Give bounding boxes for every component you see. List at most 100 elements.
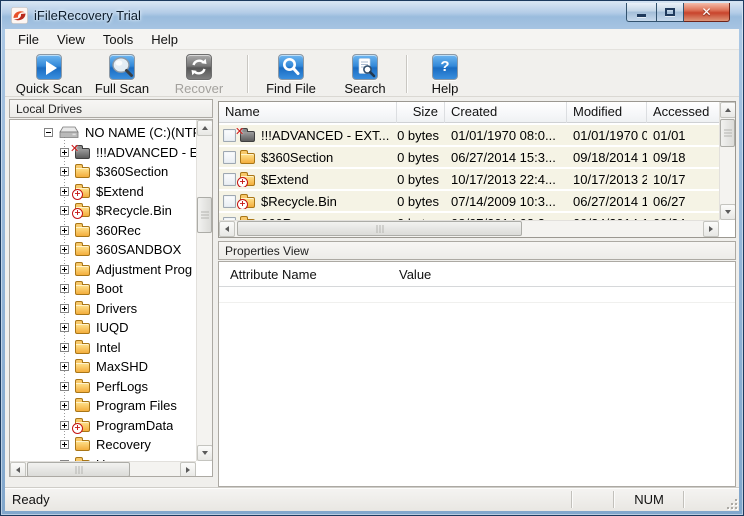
scrollbar-thumb[interactable] — [237, 221, 522, 236]
local-drives-caption: Local Drives — [9, 99, 213, 118]
tree-item-drive-root[interactable]: NO NAME (C:)(NTFS — [10, 123, 196, 143]
scrollbar-thumb[interactable] — [720, 119, 735, 147]
tree-item[interactable]: Recovery — [10, 435, 196, 455]
tree-item[interactable]: $360Section — [10, 162, 196, 182]
column-header-created[interactable]: Created — [445, 102, 567, 123]
scrollbar-up-button[interactable] — [720, 102, 735, 118]
maximize-button[interactable] — [656, 3, 684, 22]
scrollbar-thumb[interactable] — [27, 462, 130, 476]
tree-item[interactable]: Adjustment Prog — [10, 260, 196, 280]
menu-bar: File View Tools Help — [5, 29, 739, 50]
file-accessed: 01/01 — [653, 127, 686, 143]
tree-item[interactable]: !!!ADVANCED - E — [10, 143, 196, 163]
tree-item[interactable]: MaxSHD — [10, 357, 196, 377]
expand-plus-icon[interactable] — [60, 225, 69, 235]
menu-help[interactable]: Help — [142, 30, 187, 49]
help-button[interactable]: ? Help — [417, 53, 473, 97]
minimize-icon — [637, 13, 646, 17]
tree-vertical-scrollbar[interactable] — [196, 120, 212, 461]
tree-item[interactable]: IUQD — [10, 318, 196, 338]
expand-plus-icon[interactable] — [60, 420, 69, 430]
properties-header: Attribute Name Value — [219, 262, 735, 287]
folder-icon — [75, 242, 90, 257]
menu-file[interactable]: File — [9, 30, 48, 49]
scrollbar-left-button[interactable] — [219, 221, 235, 237]
deleted-folder-icon — [235, 127, 255, 142]
scrollbar-down-button[interactable] — [720, 204, 735, 220]
recover-button[interactable]: Recover — [161, 53, 237, 97]
column-header-accessed[interactable]: Accessed — [647, 102, 719, 123]
expand-plus-icon[interactable] — [60, 186, 69, 196]
expand-plus-icon[interactable] — [60, 303, 69, 313]
tree-item[interactable]: Program Files — [10, 396, 196, 416]
row-checkbox[interactable] — [223, 150, 236, 164]
file-row[interactable]: !!!ADVANCED - EXT... 0 bytes 01/01/1970 … — [219, 125, 719, 145]
row-checkbox[interactable] — [223, 194, 236, 208]
column-header-name[interactable]: Name — [219, 102, 397, 123]
scrollbar-right-button[interactable] — [180, 462, 196, 476]
file-modified: 06/27/2014 14:5... — [573, 193, 647, 209]
expand-plus-icon[interactable] — [60, 381, 69, 391]
file-accessed: 06/27 — [653, 193, 686, 209]
file-row[interactable]: $Recycle.Bin 0 bytes 07/14/2009 10:3... … — [219, 191, 719, 211]
scrollbar-thumb[interactable] — [197, 197, 212, 233]
file-created: 07/14/2009 10:3... — [451, 193, 556, 209]
column-header-modified[interactable]: Modified — [567, 102, 647, 123]
menu-view[interactable]: View — [48, 30, 94, 49]
tree-item[interactable]: Boot — [10, 279, 196, 299]
file-row[interactable]: $360Section 0 bytes 06/27/2014 15:3... 0… — [219, 147, 719, 167]
scrollbar-up-button[interactable] — [197, 120, 212, 136]
search-button[interactable]: Search — [334, 53, 396, 97]
title-bar[interactable]: iFileRecovery Trial ✕ — [2, 2, 742, 29]
column-header-attribute[interactable]: Attribute Name — [219, 267, 399, 282]
file-row[interactable]: 360Rec 0 bytes 08/07/2014 08:3 09/24/201… — [219, 213, 719, 220]
row-checkbox[interactable] — [223, 172, 236, 186]
toolbar: Quick Scan Full Scan Recover Find File S… — [5, 51, 739, 97]
tree-item[interactable]: Intel — [10, 338, 196, 358]
scrollbar-down-button[interactable] — [197, 445, 212, 461]
tree-item[interactable]: $Recycle.Bin — [10, 201, 196, 221]
tree-item[interactable]: ProgramData — [10, 416, 196, 436]
folder-icon — [75, 398, 90, 413]
tree-item[interactable]: 360SANDBOX — [10, 240, 196, 260]
scrollbar-left-button[interactable] — [10, 462, 26, 476]
expand-plus-icon[interactable] — [60, 362, 69, 372]
expand-plus-icon[interactable] — [60, 440, 69, 450]
find-file-button[interactable]: Find File — [258, 53, 324, 97]
file-modified: 09/18/2014 17:2... — [573, 149, 647, 165]
expand-plus-icon[interactable] — [60, 284, 69, 294]
document-magnifier-icon — [352, 54, 378, 80]
properties-caption: Properties View — [218, 241, 736, 260]
num-lock-indicator: NUM — [634, 492, 664, 507]
close-button[interactable]: ✕ — [684, 3, 730, 22]
expand-plus-icon[interactable] — [60, 264, 69, 274]
scrollbar-right-button[interactable] — [703, 221, 719, 237]
column-header-value[interactable]: Value — [399, 267, 431, 282]
minimize-button[interactable] — [626, 3, 656, 22]
expand-plus-icon[interactable] — [60, 206, 69, 216]
expand-plus-icon[interactable] — [60, 323, 69, 333]
list-horizontal-scrollbar[interactable] — [219, 220, 719, 237]
collapse-minus-icon[interactable] — [44, 128, 53, 138]
file-row[interactable]: $Extend 0 bytes 10/17/2013 22:4... 10/17… — [219, 169, 719, 189]
expand-plus-icon[interactable] — [60, 401, 69, 411]
expand-plus-icon[interactable] — [60, 167, 69, 177]
column-header-size[interactable]: Size — [397, 102, 445, 123]
list-vertical-scrollbar[interactable] — [719, 102, 735, 220]
file-size: 0 bytes — [397, 193, 439, 209]
tree-item[interactable]: 360Rec — [10, 221, 196, 241]
expand-plus-icon[interactable] — [60, 342, 69, 352]
expand-plus-icon[interactable] — [60, 147, 69, 157]
tree-item[interactable]: Drivers — [10, 299, 196, 319]
expand-plus-icon[interactable] — [60, 459, 69, 461]
quick-scan-button[interactable]: Quick Scan — [9, 53, 89, 97]
expand-plus-icon[interactable] — [60, 245, 69, 255]
menu-tools[interactable]: Tools — [94, 30, 142, 49]
tree-horizontal-scrollbar[interactable] — [10, 461, 196, 476]
close-icon: ✕ — [701, 5, 712, 19]
folder-icon — [75, 378, 90, 393]
resize-grip[interactable] — [724, 496, 737, 509]
tree-item[interactable]: $Extend — [10, 182, 196, 202]
full-scan-button[interactable]: Full Scan — [89, 53, 155, 97]
tree-item[interactable]: PerfLogs — [10, 377, 196, 397]
